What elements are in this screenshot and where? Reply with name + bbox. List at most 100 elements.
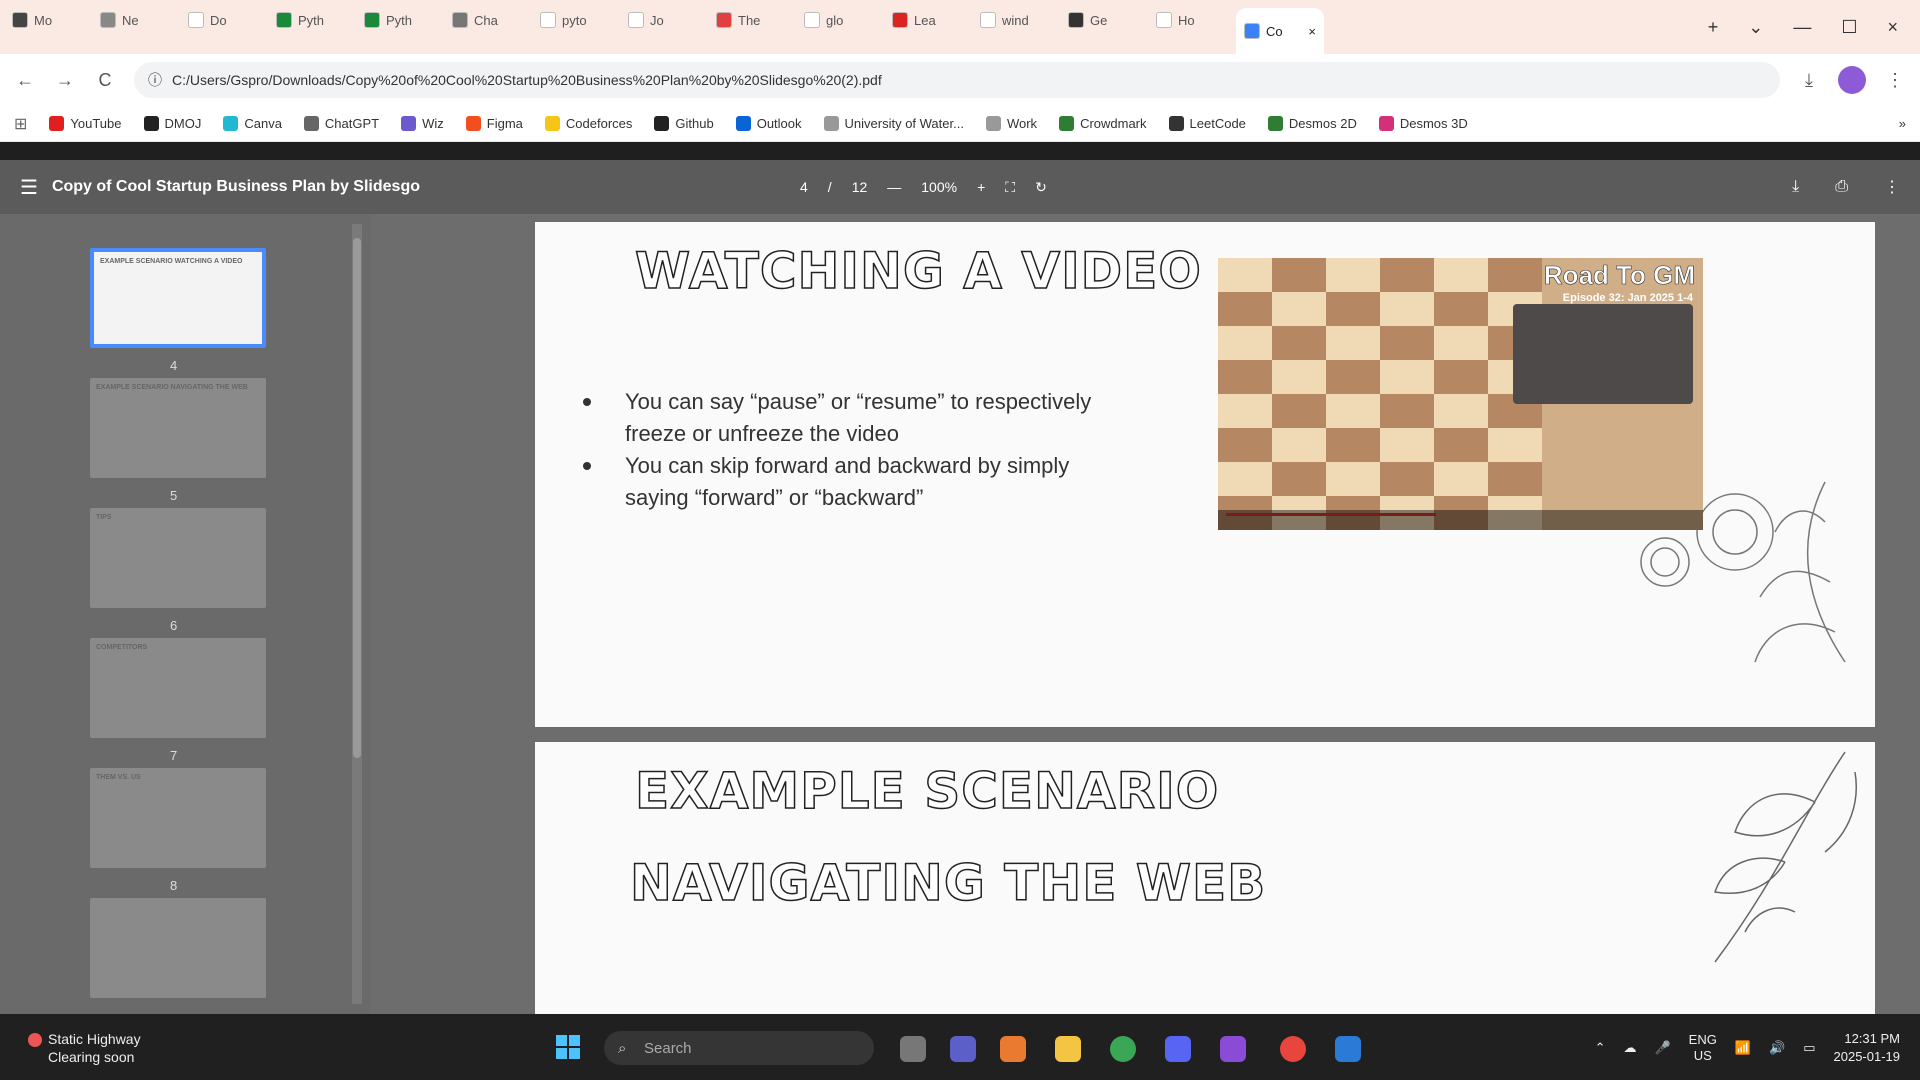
bookmark-item[interactable]: Crowdmark [1059,116,1147,131]
close-window-button[interactable]: × [1887,17,1898,38]
scrollbar-thumb[interactable] [353,238,361,758]
board-square [1326,394,1380,428]
slide-thumbnail[interactable] [90,898,266,998]
more-bookmarks-icon[interactable]: » [1899,116,1906,131]
url-field[interactable]: ⓘ C:/Users/Gspro/Downloads/Copy%20of%20C… [134,62,1780,98]
zoom-out-button[interactable]: — [887,179,901,195]
bookmark-item[interactable]: Desmos 3D [1378,116,1468,131]
bookmark-item[interactable]: University of Water... [823,116,964,131]
browser-tab[interactable]: Lea [884,0,972,40]
browser-tab[interactable]: wind [972,0,1060,40]
print-icon[interactable]: ⎙ [1835,178,1848,196]
bookmark-item[interactable]: Desmos 2D [1267,116,1357,131]
new-tab-button[interactable]: + [1708,17,1719,38]
thumbnail-caption: EXAMPLE SCENARIO NAVIGATING THE WEB [96,384,248,391]
copilot-icon[interactable] [1000,1036,1026,1062]
slide-thumbnail[interactable]: TIPS [90,508,266,608]
document-canvas[interactable]: WATCHING A VIDEO You can say “pause” or … [370,214,1920,1014]
thumbnail-scrollbar[interactable] [352,224,362,1004]
app-icon[interactable] [1220,1036,1246,1062]
bookmark-item[interactable]: Canva [223,116,282,131]
reload-button[interactable]: C [94,70,116,91]
page-number[interactable]: 4 [800,179,808,195]
slide-thumbnail[interactable]: EXAMPLE SCENARIO NAVIGATING THE WEB [90,378,266,478]
slide-thumbnail[interactable]: EXAMPLE SCENARIO WATCHING A VIDEO [90,248,266,348]
language-code: ENG [1688,1032,1717,1047]
bookmark-item[interactable]: Github [654,116,714,131]
browser-menu-icon[interactable]: ⋮ [1884,70,1906,91]
more-options-icon[interactable]: ⋮ [1884,177,1900,197]
weather-title: Static Highway [48,1031,141,1047]
browser-tab[interactable]: Ge [1060,0,1148,40]
start-button[interactable] [556,1035,580,1059]
zoom-level[interactable]: 100% [921,179,957,195]
bookmark-item[interactable]: DMOJ [143,116,202,131]
maximize-button[interactable]: ☐ [1841,17,1857,38]
bookmark-label: LeetCode [1189,116,1246,131]
chrome-profile-icon[interactable] [1280,1036,1306,1062]
browser-tab[interactable]: Do [180,0,268,40]
browser-tab[interactable]: The [708,0,796,40]
wifi-icon[interactable]: 📶 [1735,1040,1751,1056]
browser-tab[interactable]: Cha [444,0,532,40]
video-controls[interactable] [1218,510,1703,530]
download-icon[interactable]: ⤓ [1798,70,1820,91]
browser-tab[interactable]: Pyth [356,0,444,40]
bookmark-label: Desmos 2D [1288,116,1357,131]
bookmark-item[interactable]: YouTube [49,116,122,131]
slide-thumbnail[interactable]: THEM VS. US [90,768,266,868]
battery-icon[interactable]: ▭ [1803,1040,1815,1056]
download-pdf-icon[interactable]: ⤓ [1792,178,1799,196]
microphone-icon[interactable]: 🎤 [1654,1040,1670,1056]
browser-tab[interactable]: Ne [92,0,180,40]
profile-avatar[interactable] [1838,66,1866,94]
apps-grid-icon[interactable]: ⊞ [14,114,27,134]
weather-widget[interactable]: Static Highway Clearing soon [28,1030,141,1066]
browser-tab[interactable]: Jo [620,0,708,40]
bookmark-item[interactable]: ChatGPT [303,116,379,131]
onedrive-icon[interactable]: ☁ [1623,1040,1636,1056]
fit-page-icon[interactable]: ⛶ [1005,179,1015,196]
browser-tab[interactable]: Co × [1236,8,1324,54]
bookmark-label: Outlook [756,116,802,131]
taskbar-search[interactable]: ⌕ Search [604,1031,874,1065]
embedded-video[interactable]: Road To GM Episode 32: Jan 2025 1-4 [1218,258,1703,530]
chrome-icon[interactable] [1110,1036,1136,1062]
zoom-in-button[interactable]: + [977,179,985,195]
browser-tab[interactable]: Mo [4,0,92,40]
bookmark-label: DMOJ [164,116,202,131]
rotate-icon[interactable]: ↻ [1035,179,1047,196]
close-tab-icon[interactable]: × [1308,24,1316,39]
forward-button[interactable]: → [54,70,76,91]
vscode-icon[interactable] [1335,1036,1361,1062]
minimize-button[interactable]: — [1793,17,1811,38]
tab-search-icon[interactable]: ⌄ [1748,17,1763,38]
search-placeholder: Search [644,1039,692,1057]
bookmark-item[interactable]: Codeforces [544,116,632,131]
browser-tab[interactable]: glo [796,0,884,40]
teams-icon[interactable] [950,1036,976,1062]
tray-overflow-icon[interactable]: ⌃ [1595,1040,1606,1056]
tab-label: Do [210,12,227,28]
clock[interactable]: 12:31 PM 2025-01-19 [1834,1030,1901,1066]
task-view-icon[interactable] [900,1036,926,1062]
browser-tab[interactable]: Ho [1148,0,1236,40]
bookmark-item[interactable]: Work [985,116,1037,131]
slide-thumbnail[interactable]: COMPETITORS [90,638,266,738]
traffic-alert-icon [28,1033,42,1048]
back-button[interactable]: ← [14,70,36,91]
browser-tab[interactable]: Pyth [268,0,356,40]
discord-icon[interactable] [1165,1036,1191,1062]
language-indicator[interactable]: ENG US [1689,1032,1717,1064]
bookmark-item[interactable]: Outlook [735,116,802,131]
page-separator: / [827,179,832,195]
file-explorer-icon[interactable] [1055,1036,1081,1062]
bookmark-item[interactable]: Figma [465,116,523,131]
volume-icon[interactable]: 🔊 [1769,1040,1785,1056]
bookmark-item[interactable]: Wiz [401,116,444,131]
menu-icon[interactable]: ☰ [20,175,38,200]
browser-tab[interactable]: pyto [532,0,620,40]
bookmark-item[interactable]: LeetCode [1168,116,1246,131]
url-text: C:/Users/Gspro/Downloads/Copy%20of%20Coo… [172,72,882,88]
site-info-icon[interactable]: ⓘ [148,70,162,90]
